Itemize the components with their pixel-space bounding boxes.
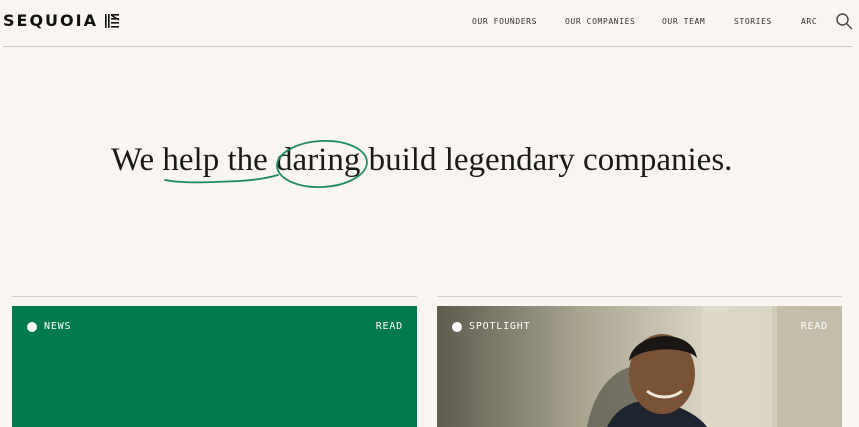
- search-icon[interactable]: [835, 12, 853, 30]
- dot-icon: [27, 321, 37, 332]
- hero-text-start: We: [111, 142, 163, 178]
- card-divider-right: [437, 296, 842, 297]
- nav-arc[interactable]: ARC: [801, 17, 817, 26]
- hero-circled-text: daring: [276, 142, 361, 178]
- nav-our-founders[interactable]: OUR FOUNDERS: [472, 17, 537, 26]
- news-card[interactable]: NEWS READ: [12, 306, 417, 427]
- site-header: SEQUOIA OUR FOUNDERS OUR COMPANIES OUR T…: [0, 0, 859, 46]
- main-nav: OUR FOUNDERS OUR COMPANIES OUR TEAM STOR…: [0, 17, 859, 29]
- news-card-tag-label: NEWS: [44, 321, 72, 332]
- hero-headline: We help the daring build legendary compa…: [111, 142, 732, 179]
- news-card-read-link[interactable]: READ: [376, 321, 403, 332]
- nav-stories[interactable]: STORIES: [734, 17, 772, 26]
- spotlight-card[interactable]: SPOTLIGHT READ: [437, 306, 842, 427]
- news-card-tag: NEWS: [27, 321, 71, 332]
- hero-section: We help the daring build legendary compa…: [0, 140, 859, 190]
- spotlight-card-tag: SPOTLIGHT: [452, 321, 530, 332]
- dot-icon: [452, 321, 462, 332]
- hero-text-end: build legendary companies.: [360, 142, 733, 178]
- nav-our-companies[interactable]: OUR COMPANIES: [565, 17, 635, 26]
- spotlight-card-tag-label: SPOTLIGHT: [469, 321, 531, 332]
- hero-text-space: [268, 142, 276, 178]
- spotlight-card-read-link[interactable]: READ: [801, 321, 828, 332]
- card-divider-left: [12, 296, 417, 297]
- header-divider: [3, 46, 852, 47]
- hero-underlined-text: help the: [162, 142, 268, 178]
- nav-our-team[interactable]: OUR TEAM: [662, 17, 705, 26]
